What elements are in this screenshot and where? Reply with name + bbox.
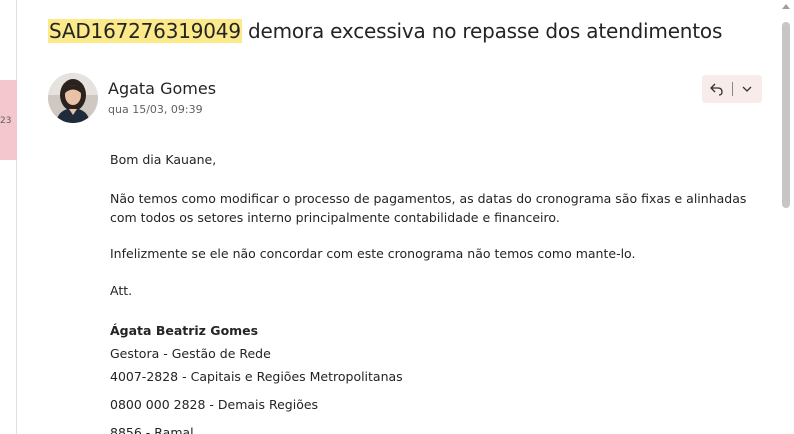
chevron-down-icon [742, 86, 752, 92]
signature-name: Ágata Beatriz Gomes [110, 323, 259, 338]
signature-role: Gestora - Gestão de Rede [110, 346, 271, 361]
sender-name[interactable]: Agata Gomes [108, 79, 216, 98]
message-list-edge [0, 0, 17, 434]
body-paragraph-1: Não temos como modificar o processo de p… [110, 191, 747, 225]
subject-highlighted-id: SAD167276319049 [48, 19, 242, 43]
email-body: Bom dia Kauane, Não temos como modificar… [110, 150, 770, 434]
signature-phone-regioes: 0800 000 2828 - Demais Regiões [110, 397, 319, 412]
sent-datetime: qua 15/03, 09:39 [108, 103, 203, 116]
sender-avatar[interactable] [48, 73, 98, 123]
more-actions-button[interactable] [733, 75, 761, 103]
person-photo-avatar-icon [48, 73, 98, 123]
scroll-up-arrow-icon[interactable] [782, 4, 790, 9]
subject-text: demora excessiva no repasse dos atendime… [241, 19, 723, 43]
closing: Att. [110, 283, 133, 298]
scrollbar-thumb[interactable] [782, 22, 790, 208]
signature-ramal: 8856 - Ramal [110, 425, 194, 434]
signature-phone-capitais: 4007-2828 - Capitais e Regiões Metropoli… [110, 369, 403, 384]
message-actions [702, 75, 762, 103]
email-subject: SAD167276319049 demora excessiva no repa… [48, 19, 722, 43]
message-item-partial-number: 23 [0, 116, 12, 126]
body-paragraph-2: Infelizmente se ele não concordar com es… [110, 246, 636, 261]
reply-icon [710, 83, 723, 96]
reply-button[interactable] [702, 75, 732, 103]
greeting: Bom dia Kauane, [110, 152, 217, 167]
